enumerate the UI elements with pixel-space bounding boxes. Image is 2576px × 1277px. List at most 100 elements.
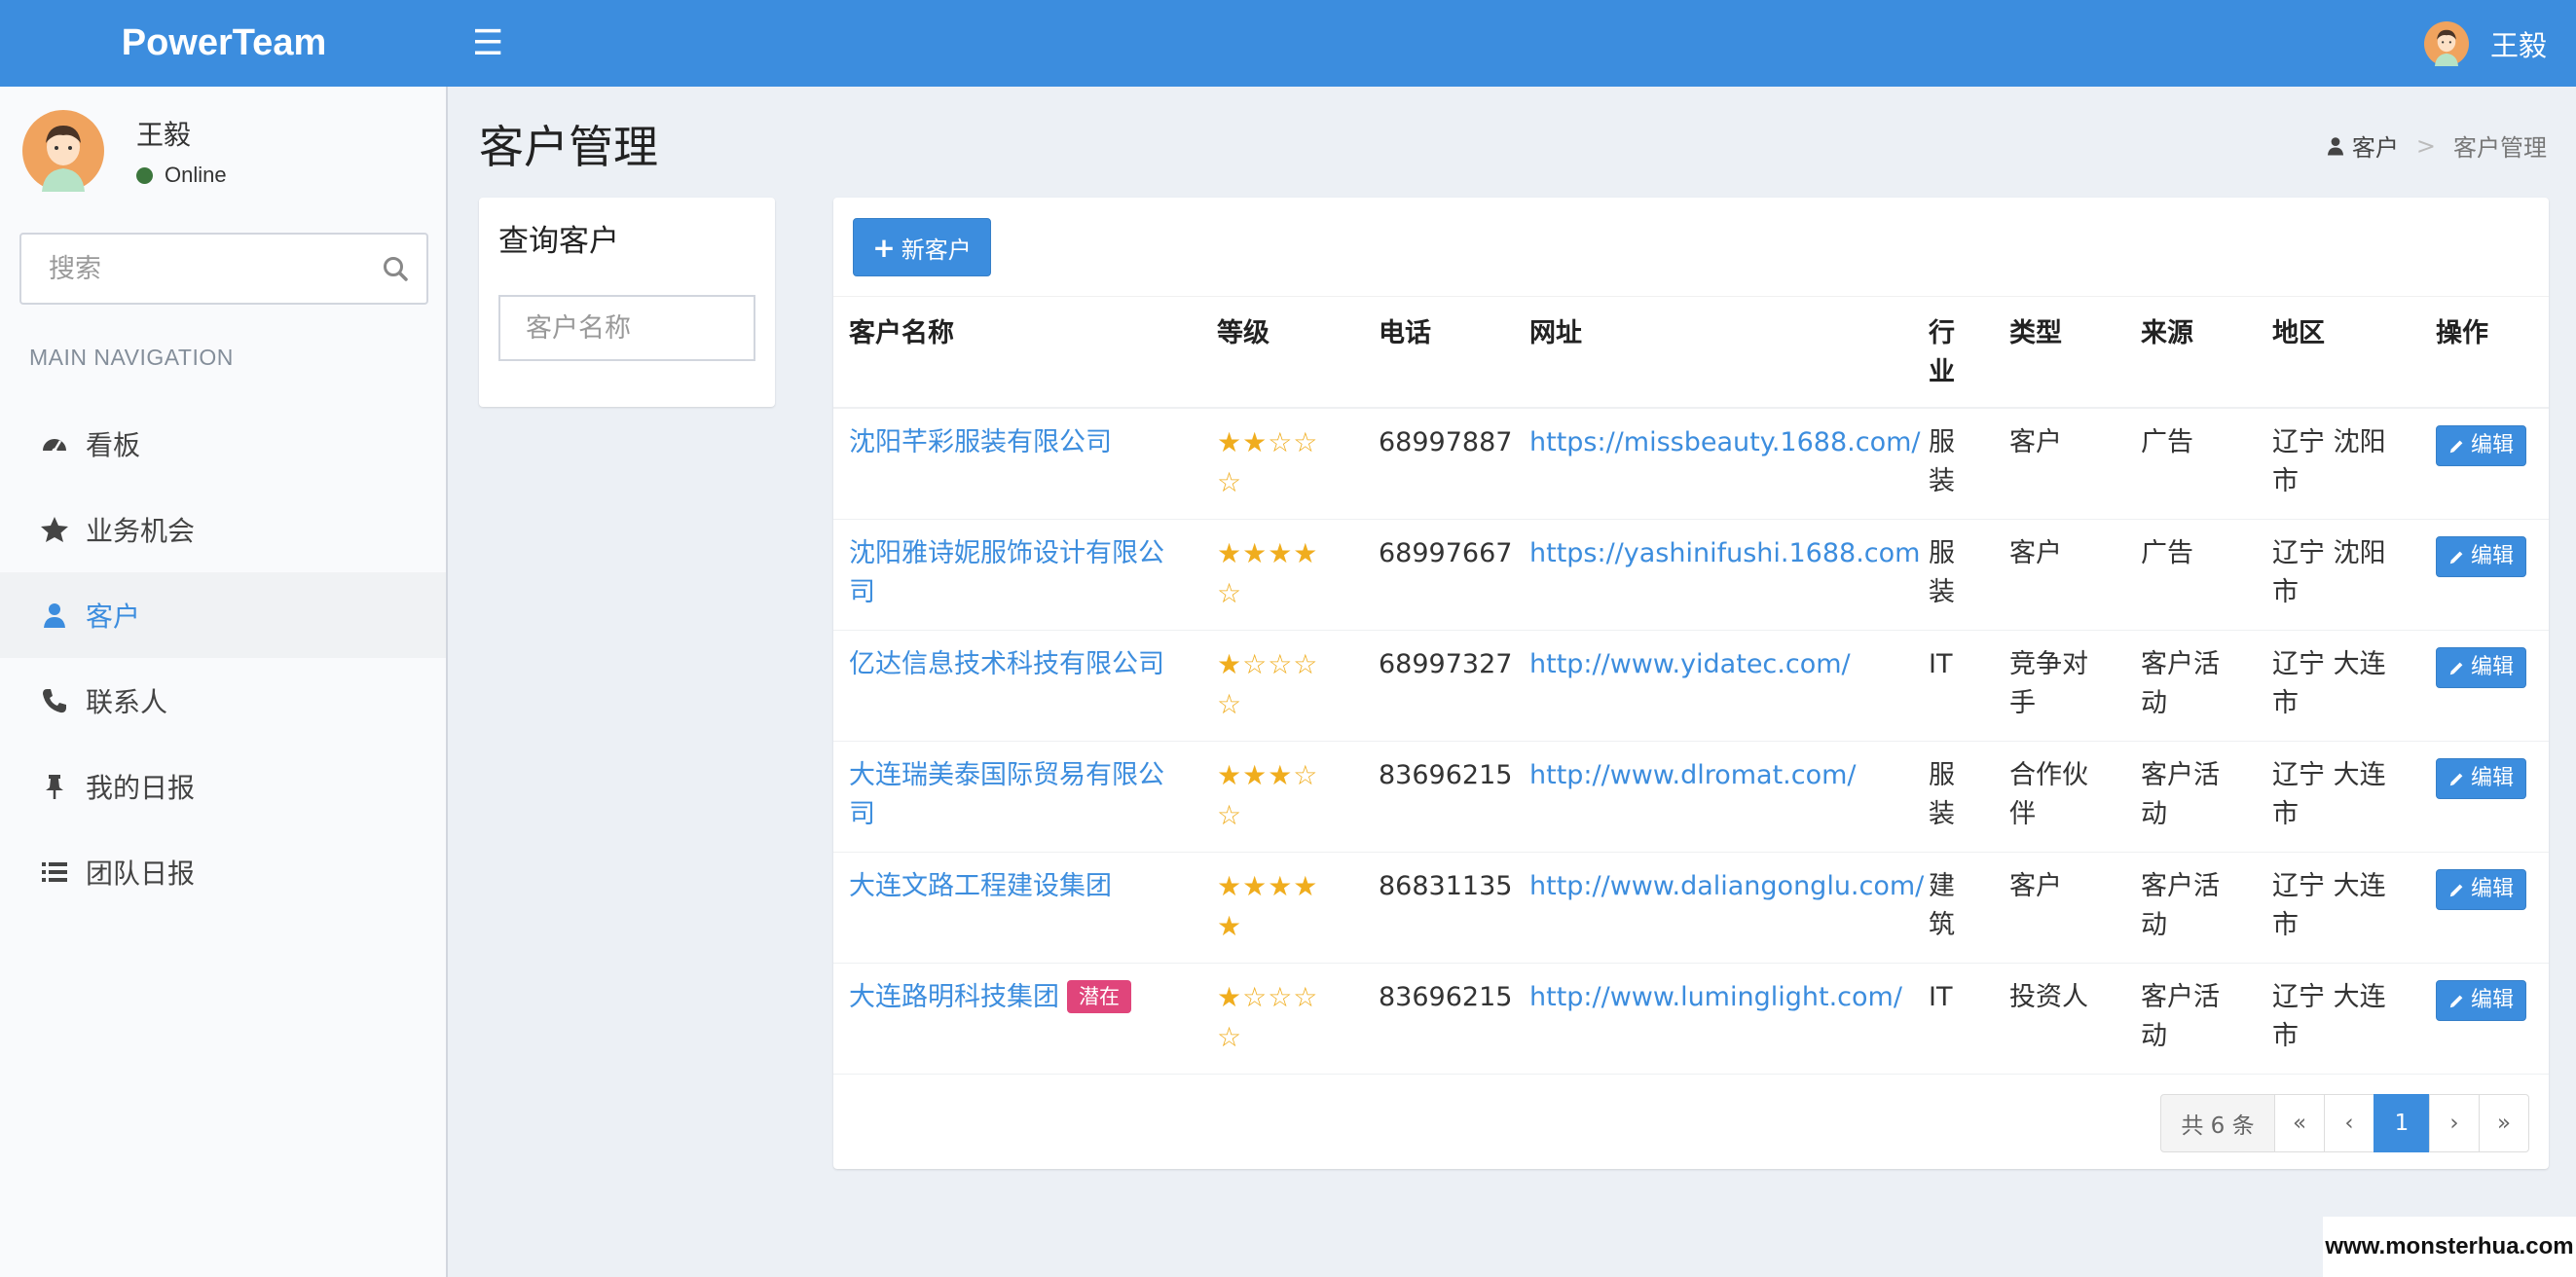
source-cell: 客户活动 — [2125, 741, 2257, 853]
pencil-icon — [2449, 662, 2463, 675]
rating-cell: ★★★★ ☆ — [1201, 519, 1363, 631]
edit-button[interactable]: 编辑 — [2436, 868, 2527, 910]
search-icon[interactable] — [382, 255, 409, 282]
website-link[interactable]: http://www.dlromat.com/ — [1529, 760, 1857, 790]
website-link[interactable]: http://www.luminglight.com/ — [1529, 982, 1902, 1012]
type-cell: 竞争对手 — [1994, 630, 2125, 742]
customer-name-cell: 沈阳雅诗妮服饰设计有限公司 — [833, 519, 1201, 631]
url-cell: http://www.luminglight.com/ — [1514, 963, 1913, 1075]
new-customer-button[interactable]: + 新客户 — [853, 218, 991, 276]
sidebar-item-contacts[interactable]: 联系人 — [0, 658, 446, 744]
industry-cell: 服装 — [1913, 408, 1994, 520]
customer-name-link[interactable]: 沈阳芊彩服装有限公司 — [849, 427, 1112, 457]
customer-name-link[interactable]: 大连文路工程建设集团 — [849, 871, 1112, 901]
last-page-button[interactable]: » — [2479, 1094, 2529, 1152]
header-user-menu[interactable]: 王毅 — [2423, 0, 2547, 87]
edit-button[interactable]: 编辑 — [2436, 425, 2527, 466]
edit-label: 编辑 — [2471, 876, 2515, 901]
sidebar-search-input[interactable] — [21, 253, 382, 284]
edit-button[interactable]: 编辑 — [2436, 535, 2527, 577]
action-cell: 编辑 — [2420, 963, 2549, 1075]
customer-name-link[interactable]: 沈阳雅诗妮服饰设计有限公司 — [849, 538, 1164, 607]
url-cell: http://www.dlromat.com/ — [1514, 741, 1913, 853]
customer-name-link[interactable]: 大连瑞美泰国际贸易有限公司 — [849, 760, 1164, 829]
menu-toggle-icon[interactable]: ☰ — [472, 23, 503, 63]
sidebar-item-team-daily-report[interactable]: 团队日报 — [0, 829, 446, 915]
rating-stars: ★★★☆ ☆ — [1217, 758, 1319, 831]
type-cell: 客户 — [1994, 519, 2125, 631]
url-cell: https://missbeauty.1688.com/ — [1514, 408, 1920, 520]
top-navbar: PowerTeam ☰ 王毅 — [0, 0, 2576, 87]
next-page-button[interactable]: › — [2429, 1094, 2480, 1152]
pencil-icon — [2449, 551, 2463, 564]
website-link[interactable]: http://www.daliangonglu.com/ — [1529, 871, 1924, 901]
edit-button[interactable]: 编辑 — [2436, 646, 2527, 688]
customer-name-link[interactable]: 亿达信息技术科技有限公司 — [849, 649, 1164, 679]
watermark: www.monsterhua.com — [2323, 1217, 2576, 1277]
url-cell: http://www.daliangonglu.com/ — [1514, 852, 1924, 964]
rating-stars: ★☆☆☆ ☆ — [1217, 647, 1319, 720]
region-cell: 辽宁 大连市 — [2257, 852, 2420, 964]
sidebar-item-opportunities[interactable]: 业务机会 — [0, 487, 446, 572]
prev-page-button[interactable]: ‹ — [2324, 1094, 2374, 1152]
table-header-row: 客户名称 等级 电话 网址 行业 类型 来源 地区 操作 — [833, 297, 2549, 409]
rating-cell: ★☆☆☆ ☆ — [1201, 630, 1363, 742]
header-user-name: 王毅 — [2489, 28, 2547, 62]
column-header: 网址 — [1514, 297, 1913, 409]
column-header: 行业 — [1913, 297, 1994, 409]
pencil-icon — [2449, 995, 2463, 1007]
website-link[interactable]: http://www.yidatec.com/ — [1529, 649, 1851, 679]
first-page-button[interactable]: « — [2274, 1094, 2325, 1152]
region-cell: 辽宁 大连市 — [2257, 963, 2420, 1075]
source-cell: 客户活动 — [2125, 630, 2257, 742]
phone-cell: 68997887 — [1363, 408, 1514, 520]
website-link[interactable]: https://yashinifushi.1688.com — [1529, 538, 1920, 568]
nav-header: MAIN NAVIGATION — [29, 345, 234, 370]
region-cell: 辽宁 沈阳市 — [2257, 408, 2420, 520]
edit-button[interactable]: 编辑 — [2436, 979, 2527, 1021]
column-header: 等级 — [1201, 297, 1363, 409]
user-icon — [2327, 136, 2343, 156]
source-cell: 广告 — [2125, 519, 2257, 631]
star-icon — [39, 514, 70, 545]
customer-name-input[interactable] — [498, 295, 755, 361]
customer-name-cell: 亿达信息技术科技有限公司 — [833, 630, 1201, 742]
rating-stars: ★★★★ ★ — [1217, 869, 1319, 942]
rating-cell: ★☆☆☆ ☆ — [1201, 963, 1363, 1075]
column-header: 客户名称 — [833, 297, 1201, 409]
user-panel: 王毅 Online — [0, 87, 446, 208]
customer-name-cell: 大连路明科技集团 潜在 — [833, 963, 1201, 1075]
pencil-icon — [2449, 773, 2463, 785]
customer-name-link[interactable]: 大连路明科技集团 — [849, 982, 1059, 1012]
edit-label: 编辑 — [2471, 765, 2515, 790]
sidebar-search — [19, 233, 428, 305]
sidebar-item-dashboard[interactable]: 看板 — [0, 401, 446, 487]
user-status: Online — [136, 163, 227, 188]
action-cell: 编辑 — [2420, 741, 2549, 853]
industry-cell: IT — [1913, 963, 1994, 1075]
pencil-icon — [2449, 884, 2463, 896]
pin-icon — [39, 771, 70, 802]
source-cell: 广告 — [2125, 408, 2257, 520]
sidebar-item-label: 看板 — [86, 429, 141, 461]
phone-cell: 68997327 — [1363, 630, 1514, 742]
online-dot-icon — [136, 166, 153, 184]
table-row: 大连路明科技集团 潜在 ★☆☆☆ ☆ 83696215 http://www.luming… — [833, 963, 2549, 1075]
rating-cell: ★★★☆ ☆ — [1201, 741, 1363, 853]
column-header: 类型 — [1994, 297, 2125, 409]
avatar — [22, 110, 104, 192]
website-link[interactable]: https://missbeauty.1688.com/ — [1529, 427, 1920, 457]
sidebar-item-my-daily-report[interactable]: 我的日报 — [0, 744, 446, 829]
table-row: 沈阳芊彩服装有限公司 ★★☆☆ ☆ 68997887 https://missbeaut… — [833, 408, 2549, 520]
page-title: 客户管理 — [479, 121, 658, 173]
table-row: 大连文路工程建设集团 ★★★★ ★ 86831135 http://www.dalian… — [833, 852, 2549, 964]
breadcrumb-parent[interactable]: 客户 — [2352, 128, 2399, 163]
edit-label: 编辑 — [2471, 987, 2515, 1012]
page-1-button[interactable]: 1 — [2374, 1094, 2430, 1152]
query-panel-title: 查询客户 — [498, 224, 619, 259]
edit-button[interactable]: 编辑 — [2436, 757, 2527, 799]
sidebar-item-customers[interactable]: 客户 — [0, 572, 446, 658]
app-logo[interactable]: PowerTeam — [0, 22, 448, 64]
user-name: 王毅 — [136, 119, 192, 151]
plus-icon: + — [872, 231, 896, 264]
